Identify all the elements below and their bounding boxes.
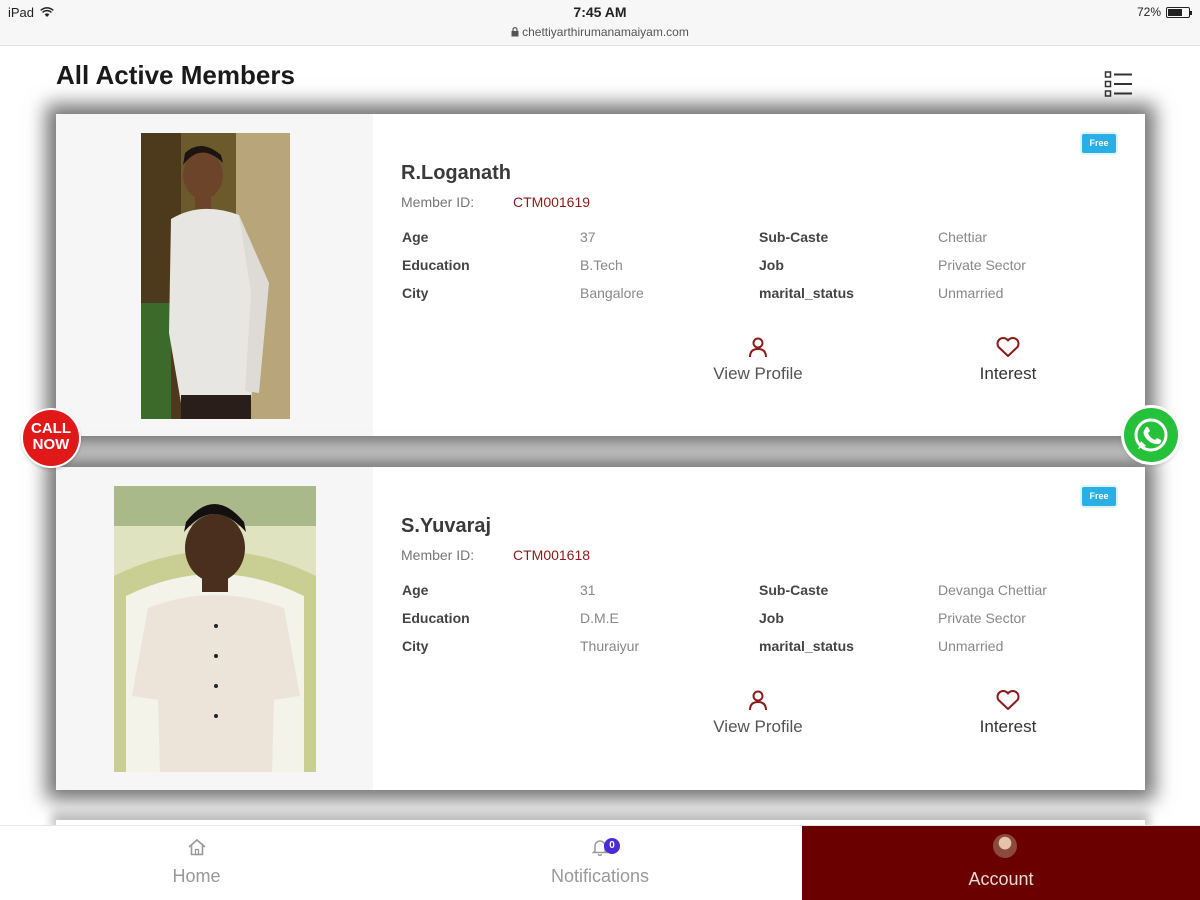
heart-icon [996,337,1020,357]
member-card[interactable]: Free S.Yuvaraj Member ID: CTM001618 Age … [56,467,1145,790]
city-value: Thuraiyur [580,638,640,654]
view-profile-label: View Profile [713,364,803,383]
nav-account-label: Account [968,869,1034,889]
marital-status-label: marital_status [759,285,854,301]
free-badge: Free [1082,487,1116,506]
notification-count-badge: 0 [604,838,620,854]
member-id-label: Member ID: [401,547,475,563]
interest-label: Interest [979,717,1037,736]
heart-icon [996,690,1020,710]
interest-label: Interest [979,364,1037,383]
nav-home[interactable]: Home [0,826,393,900]
city-label: City [402,638,429,654]
member-photo[interactable] [141,133,290,419]
member-card[interactable]: Free R.Loganath Member ID: CTM001619 Age… [56,114,1145,436]
call-now-button[interactable]: CALL NOW [23,410,79,466]
nav-notifications[interactable]: Notifications [400,826,800,900]
lock-icon [511,27,519,37]
member-id-value: CTM001618 [513,547,591,563]
bottom-nav: Home Notifications Account [0,825,1200,900]
user-icon [749,690,767,711]
user-icon [749,337,767,358]
subcaste-label: Sub-Caste [759,582,829,598]
view-profile-label: View Profile [713,717,803,736]
city-value: Bangalore [580,285,644,301]
whatsapp-button[interactable] [1124,408,1178,462]
url-bar[interactable]: chettiyarthirumanamaiyam.com [0,25,1200,39]
age-value: 37 [580,229,596,245]
marital-status-value: Unmarried [938,638,1004,654]
status-right: 72% [1136,5,1192,19]
subcaste-label: Sub-Caste [759,229,829,245]
city-label: City [402,285,429,301]
member-id-value: CTM001619 [513,194,591,210]
member-name[interactable]: S.Yuvaraj [401,515,491,538]
subcaste-value: Chettiar [938,229,988,245]
home-icon [187,838,206,856]
age-label: Age [402,582,429,598]
age-value: 31 [580,582,596,598]
job-label: Job [759,257,784,273]
subcaste-value: Devanga Chettiar [938,582,1047,598]
member-name[interactable]: R.Loganath [401,162,511,185]
battery-percent: 72% [1136,5,1161,19]
view-profile-button[interactable]: View Profile [698,689,818,737]
clock: 7:45 AM [573,4,627,20]
battery-icon [1166,6,1192,18]
status-bar: iPad 7:45 AM chettiyarthirumanamaiyam.co… [0,0,1200,46]
education-value: D.M.E [580,610,619,626]
nav-home-label: Home [172,866,221,886]
job-label: Job [759,610,784,626]
view-profile-button[interactable]: View Profile [698,336,818,384]
education-label: Education [402,257,470,273]
member-photo-image [141,133,290,419]
photo-area [56,467,373,790]
interest-button[interactable]: Interest [958,689,1058,737]
avatar[interactable] [993,834,1017,858]
marital-status-label: marital_status [759,638,854,654]
interest-button[interactable]: Interest [958,336,1058,384]
nav-notifications-label: Notifications [550,866,650,886]
marital-status-value: Unmarried [938,285,1004,301]
job-value: Private Sector [938,257,1026,273]
member-photo-image [114,486,316,772]
url-text: chettiyarthirumanamaiyam.com [522,25,689,39]
member-id-label: Member ID: [401,194,475,210]
photo-area [56,114,373,436]
education-value: B.Tech [580,257,623,273]
age-label: Age [402,229,429,245]
job-value: Private Sector [938,610,1026,626]
whatsapp-icon [1134,418,1168,452]
education-label: Education [402,610,470,626]
list-view-icon[interactable] [1104,70,1134,98]
page-title: All Active Members [56,60,295,90]
free-badge: Free [1082,134,1116,153]
member-photo[interactable] [114,486,316,772]
